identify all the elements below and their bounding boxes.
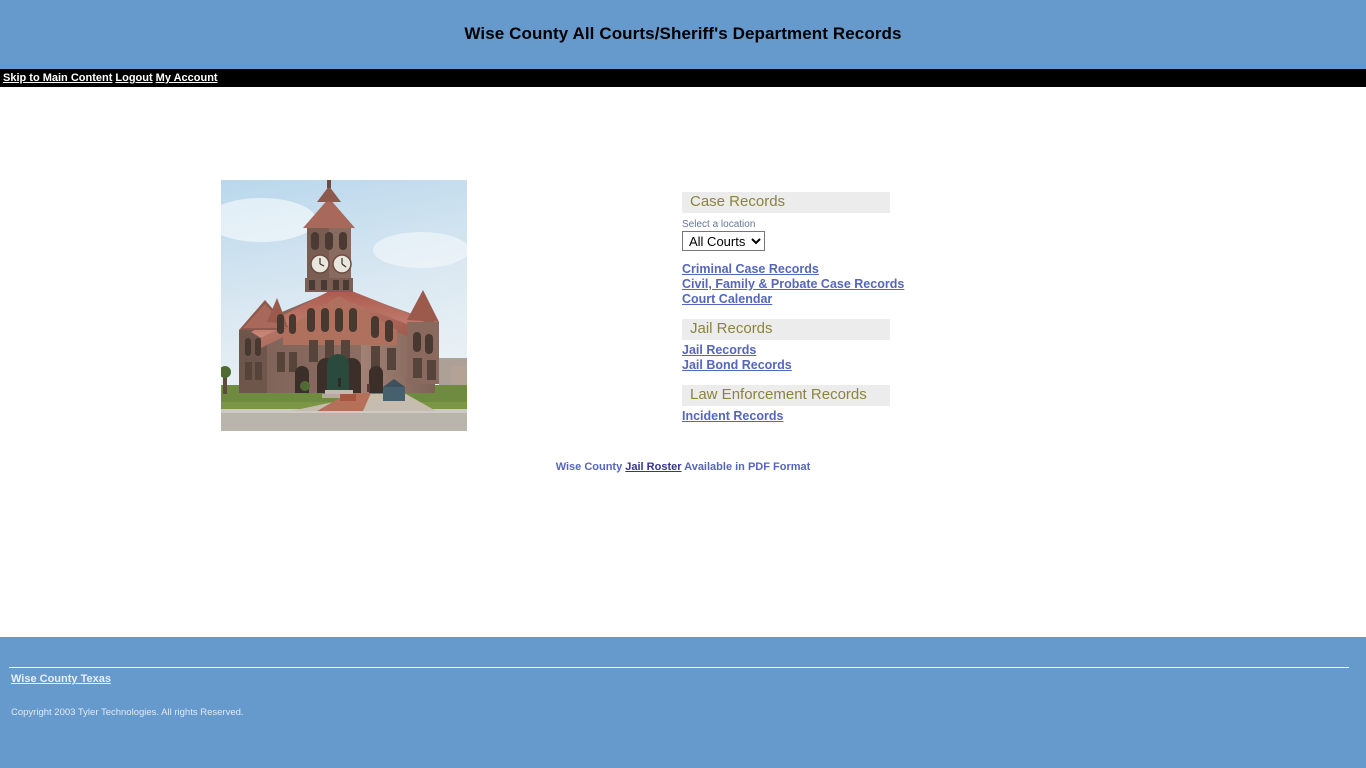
page-header-banner: Wise County All Courts/Sheriff's Departm… [0,0,1366,69]
top-navigation-bar: Skip to Main Content Logout My Account [0,69,1366,87]
page-title: Wise County All Courts/Sheriff's Departm… [464,24,902,43]
location-select[interactable]: All Courts [682,231,765,251]
footer-divider [9,667,1349,668]
jail-roster-prefix: Wise County [555,461,626,473]
section-heading-jail-records: Jail Records [682,319,890,340]
page-footer: Wise County Texas Copyright 2003 Tyler T… [0,637,1366,768]
courthouse-image [221,180,467,431]
court-calendar-link[interactable]: Court Calendar [682,292,772,307]
case-records-link-list: Criminal Case Records Civil, Family & Pr… [682,262,942,307]
section-heading-case-records: Case Records [682,192,890,213]
skip-to-main-content-link[interactable]: Skip to Main Content [3,72,112,84]
jail-records-link-list: Jail Records Jail Bond Records [682,343,942,373]
section-heading-law-enforcement-records: Law Enforcement Records [682,385,890,406]
jail-roster-link[interactable]: Jail Roster [625,461,681,473]
nav-links-group: Skip to Main Content Logout My Account [0,69,218,87]
my-account-link[interactable]: My Account [156,72,218,84]
location-select-label: Select a location [682,219,756,230]
records-panel: Case Records Select a location All Court… [682,192,942,424]
criminal-case-records-link[interactable]: Criminal Case Records [682,262,819,277]
wise-county-texas-link[interactable]: Wise County Texas [11,673,111,685]
logout-link[interactable]: Logout [115,72,152,84]
jail-bond-records-link[interactable]: Jail Bond Records [682,358,792,373]
incident-records-link[interactable]: Incident Records [682,409,783,424]
jail-roster-notice: Wise County Jail Roster Available in PDF… [0,461,1366,473]
footer-copyright: Copyright 2003 Tyler Technologies. All r… [11,707,244,718]
main-content: Case Records Select a location All Court… [0,87,1366,637]
civil-family-probate-case-records-link[interactable]: Civil, Family & Probate Case Records [682,277,904,292]
courthouse-photo [221,180,467,431]
law-enforcement-link-list: Incident Records [682,409,942,424]
jail-records-link[interactable]: Jail Records [682,343,756,358]
jail-roster-suffix: Available in PDF Format [681,461,811,473]
